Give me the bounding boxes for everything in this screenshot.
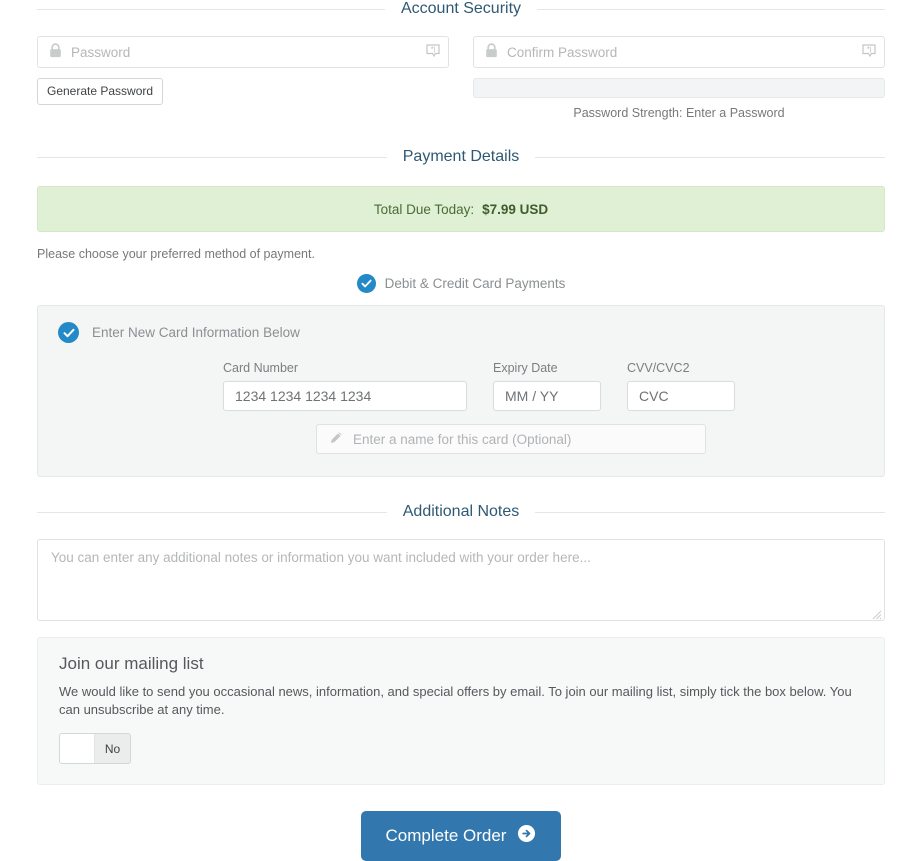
- check-circle-icon: [58, 322, 79, 343]
- section-legend-additional-notes: Additional Notes: [37, 503, 886, 521]
- mailing-list-toggle[interactable]: No: [59, 733, 131, 764]
- card-fields-row: Card Number 1234 1234 1234 1234 Expiry D…: [58, 361, 864, 411]
- section-title-account-security: Account Security: [400, 0, 522, 17]
- pencil-icon: [329, 431, 343, 448]
- password-generator-icon[interactable]: *|: [862, 44, 876, 61]
- complete-order-label: Complete Order: [385, 826, 507, 845]
- legend-rule-right: [537, 8, 885, 10]
- mailing-list-title: Join our mailing list: [59, 654, 204, 673]
- check-circle-icon: [356, 274, 376, 293]
- password-placeholder: Password: [71, 44, 131, 60]
- svg-text:*|: *|: [431, 46, 435, 53]
- expiry-label: Expiry Date: [493, 361, 558, 375]
- submit-row: Complete Order: [37, 811, 885, 861]
- cvv-placeholder: CVC: [639, 388, 669, 404]
- mailing-list-panel: Join our mailing list We would like to s…: [37, 637, 885, 785]
- section-legend-payment-details: Payment Details: [37, 148, 885, 166]
- password-input[interactable]: Password *|: [37, 36, 449, 68]
- legend-rule-left: [37, 8, 385, 10]
- additional-notes-section: Additional Notes You can enter any addit…: [37, 503, 886, 621]
- new-card-option[interactable]: Enter New Card Information Below: [58, 322, 864, 343]
- expiry-input[interactable]: MM / YY: [493, 381, 601, 411]
- arrow-right-circle-icon: [517, 824, 536, 848]
- total-due-label: Total Due Today:: [373, 201, 475, 217]
- total-due-banner: Total Due Today: $7.99 USD: [37, 186, 885, 232]
- payment-details-section: Payment Details Total Due Today: $7.99 U…: [37, 148, 885, 477]
- toggle-state-label: No: [104, 741, 121, 756]
- account-security-row: Password *| Generate Password Confirm Pa…: [37, 36, 885, 120]
- password-strength-bar: [473, 78, 885, 98]
- password-strength-label: Password Strength: Enter a Password: [573, 106, 785, 120]
- expiry-group: Expiry Date MM / YY: [493, 361, 601, 411]
- confirm-password-placeholder: Confirm Password: [507, 44, 618, 60]
- expiry-placeholder: MM / YY: [505, 388, 559, 404]
- lock-icon: [485, 43, 498, 61]
- lock-icon: [49, 43, 62, 61]
- card-number-placeholder: 1234 1234 1234 1234: [235, 388, 372, 404]
- additional-notes-textarea[interactable]: You can enter any additional notes or in…: [37, 539, 885, 621]
- card-nickname-placeholder: Enter a name for this card (Optional): [353, 431, 572, 447]
- password-generator-icon[interactable]: *|: [426, 44, 440, 61]
- additional-notes-placeholder: You can enter any additional notes or in…: [51, 550, 591, 565]
- legend-rule-right: [535, 156, 885, 158]
- cvv-input[interactable]: CVC: [627, 381, 735, 411]
- card-nickname-input[interactable]: Enter a name for this card (Optional): [316, 424, 706, 454]
- payment-method-option-card[interactable]: Debit & Credit Card Payments: [37, 274, 885, 293]
- password-column: Password *| Generate Password: [37, 36, 449, 120]
- section-title-payment-details: Payment Details: [402, 148, 520, 165]
- svg-text:*|: *|: [867, 46, 871, 53]
- generate-password-button[interactable]: Generate Password: [37, 78, 164, 105]
- mailing-list-description: We would like to send you occasional new…: [59, 684, 852, 717]
- section-legend-account-security: Account Security: [37, 0, 885, 18]
- legend-rule-left: [37, 511, 387, 513]
- payment-method-hint: Please choose your preferred method of p…: [37, 247, 315, 261]
- toggle-knob: [60, 734, 95, 763]
- card-number-input[interactable]: 1234 1234 1234 1234: [223, 381, 467, 411]
- card-number-label: Card Number: [223, 361, 299, 375]
- confirm-password-input[interactable]: Confirm Password *|: [473, 36, 885, 68]
- confirm-password-column: Confirm Password *| Password Strength: E…: [473, 36, 885, 120]
- legend-rule-right: [535, 511, 886, 513]
- resize-grip-icon[interactable]: [872, 608, 882, 620]
- checkout-form-page: Account Security Password *| Generate Pa…: [0, 0, 922, 861]
- new-card-panel: Enter New Card Information Below Card Nu…: [37, 305, 885, 477]
- payment-method-label: Debit & Credit Card Payments: [384, 276, 566, 291]
- new-card-option-label: Enter New Card Information Below: [92, 325, 300, 340]
- card-name-row: Enter a name for this card (Optional): [58, 424, 864, 454]
- total-due-amount: $7.99 USD: [482, 201, 549, 217]
- cvv-label: CVV/CVC2: [627, 361, 690, 375]
- complete-order-button[interactable]: Complete Order: [360, 811, 562, 861]
- section-title-additional-notes: Additional Notes: [402, 503, 520, 520]
- legend-rule-left: [37, 156, 387, 158]
- card-number-group: Card Number 1234 1234 1234 1234: [223, 361, 467, 411]
- cvv-group: CVV/CVC2 CVC: [627, 361, 735, 411]
